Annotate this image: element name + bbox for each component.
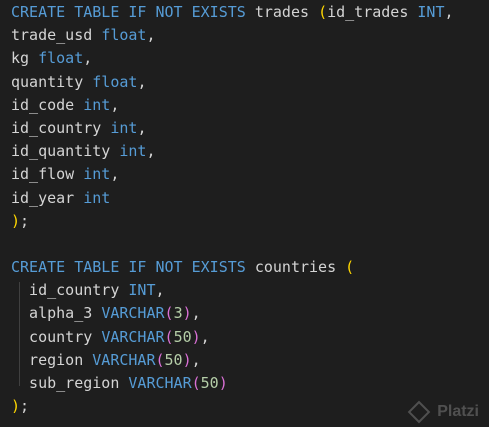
code-token: id_code [11,95,84,114]
code-token: ; [20,211,30,230]
code-token: int [110,118,138,137]
code-token: , [146,142,156,161]
code-token: trades [245,3,319,21]
code-line[interactable]: quantity float, [11,71,454,94]
code-token: ) [11,397,21,416]
code-token: , [200,327,210,346]
code-token: country [11,327,102,346]
code-line[interactable]: region VARCHAR(50), [11,349,454,372]
code-token: ( [191,374,201,392]
code-token: float [101,26,147,45]
code-token: int [83,165,111,184]
code-token: int [83,188,111,207]
code-token: , [155,281,165,300]
code-token: float [92,72,138,91]
code-token: sub_region [11,374,129,392]
code-token: id_trades [327,3,418,21]
code-line[interactable]: kg float, [11,47,454,70]
code-token: id_quantity [11,142,120,161]
code-token: ( [345,258,355,277]
code-token: VARCHAR [101,304,165,323]
code-token: countries [245,258,346,277]
code-token: 50 [200,374,219,392]
code-token: ; [20,397,30,416]
code-token: 3 [173,304,183,323]
code-line[interactable]: id_country int, [11,117,454,140]
code-token: INT [417,3,445,21]
code-token: int [83,95,111,114]
code-token: ) [191,327,201,346]
code-token: 50 [164,350,183,369]
code-token: ) [182,304,192,323]
code-line[interactable]: id_country INT, [11,279,454,302]
code-token: VARCHAR [128,374,192,392]
code-token: ) [182,350,192,369]
code-token: ( [164,327,174,346]
code-line[interactable]: id_year int [11,187,454,210]
code-token: , [137,72,147,91]
code-line[interactable]: ); [11,395,454,418]
code-token: INT [128,281,156,300]
code-token: , [444,3,454,21]
code-token: trade_usd [11,26,102,45]
code-line[interactable]: id_code int, [11,94,454,117]
code-token: 50 [173,327,192,346]
code-token: CREATE TABLE IF NOT EXISTS [11,3,246,21]
sql-code-block[interactable]: CREATE TABLE IF NOT EXISTS trades (id_tr… [11,1,454,418]
code-token: region [11,350,93,369]
code-line[interactable]: alpha_3 VARCHAR(3), [11,302,454,325]
code-token: id_flow [11,165,84,184]
code-line[interactable] [11,233,454,256]
code-line[interactable]: id_quantity int, [11,140,454,163]
code-line[interactable]: CREATE TABLE IF NOT EXISTS trades (id_tr… [11,1,454,24]
code-line[interactable]: sub_region VARCHAR(50) [11,372,454,395]
code-token: int [119,142,147,161]
code-token: id_country [11,118,111,137]
code-token: ( [318,3,328,21]
code-line[interactable]: trade_usd float, [11,24,454,47]
code-token: , [110,165,120,184]
code-token: id_year [11,188,84,207]
code-token: , [191,350,201,369]
code-token: ) [218,374,228,392]
code-token: kg [11,49,39,68]
code-token: alpha_3 [11,304,102,323]
code-line[interactable]: id_flow int, [11,163,454,186]
code-token: , [83,49,93,68]
code-token: ( [164,304,174,323]
code-token: , [191,304,201,323]
code-line[interactable]: ); [11,210,454,233]
code-line[interactable]: country VARCHAR(50), [11,326,454,349]
code-token: ) [11,211,21,230]
watermark-text: Platzi [437,403,479,420]
code-token: , [137,118,147,137]
code-editor[interactable]: CREATE TABLE IF NOT EXISTS trades (id_tr… [0,0,489,427]
code-token: , [110,95,120,114]
code-token: id_country [11,281,129,300]
code-token: quantity [11,72,93,91]
code-token: VARCHAR [92,350,156,369]
code-token: , [146,26,156,45]
code-token: CREATE TABLE IF NOT EXISTS [11,258,246,277]
code-token: float [38,49,84,68]
watermark: Platzi [407,400,479,424]
code-line[interactable]: CREATE TABLE IF NOT EXISTS countries ( [11,256,454,279]
platzi-logo-icon [407,400,431,424]
code-token: VARCHAR [101,327,165,346]
code-token: ( [155,350,165,369]
